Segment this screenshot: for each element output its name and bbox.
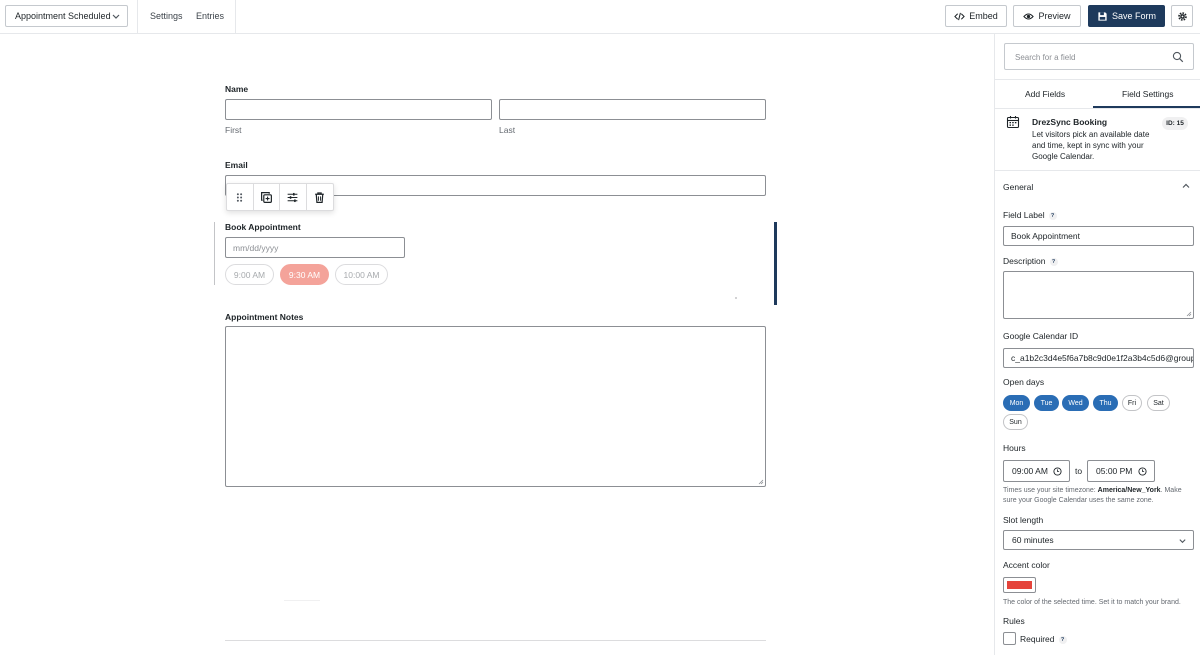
- accent-color-note: The color of the selected time. Set it t…: [1003, 599, 1181, 606]
- accent-color-label: Accent color: [1003, 560, 1050, 570]
- day-toggle-fri[interactable]: Fri: [1122, 395, 1142, 411]
- last-sublabel: Last: [499, 125, 516, 135]
- settings-sliders-icon: [287, 192, 298, 202]
- day-toggle-sun[interactable]: Sun: [1003, 414, 1028, 430]
- first-name-input[interactable]: [225, 99, 492, 120]
- field-selection-indicator: [214, 222, 215, 285]
- tab-add-fields[interactable]: Add Fields: [1025, 89, 1065, 99]
- eye-icon: [1023, 12, 1035, 20]
- resize-grip-icon[interactable]: [758, 479, 764, 485]
- form-name: Appointment Scheduled: [15, 11, 111, 21]
- chevron-down-icon: [112, 14, 120, 19]
- time-slot-900[interactable]: 9:00 AM: [225, 264, 274, 285]
- time-slot-930-selected[interactable]: 9:30 AM: [280, 264, 329, 285]
- calendar-icon: [1006, 116, 1020, 129]
- first-sublabel: First: [225, 125, 242, 135]
- chevron-down-icon: [1179, 539, 1186, 544]
- gear-icon: [1177, 11, 1187, 21]
- delete-button[interactable]: [307, 184, 333, 210]
- calendar-id-input[interactable]: c_a1b2c3d4e5f6a7b8c9d0e1f2a3b4c5d6@group…: [1003, 348, 1194, 368]
- day-toggle-thu[interactable]: Thu: [1093, 395, 1118, 411]
- email-label: Email: [225, 160, 248, 170]
- name-label: Name: [225, 84, 249, 94]
- search-input[interactable]: Search for a field: [1015, 53, 1075, 62]
- resize-grip-icon[interactable]: [1186, 311, 1192, 317]
- hours-label: Hours: [1003, 443, 1026, 453]
- help-icon[interactable]: ?: [1049, 257, 1058, 266]
- tab-field-settings[interactable]: Field Settings: [1122, 89, 1174, 99]
- accent-color-picker[interactable]: [1003, 577, 1036, 593]
- embed-button[interactable]: Embed: [945, 5, 1007, 27]
- help-icon[interactable]: ?: [1048, 211, 1057, 220]
- field-selection-border: [774, 222, 777, 305]
- top-bar: Appointment Scheduled Settings Entries E…: [0, 0, 1200, 34]
- rules-label: Rules: [1003, 616, 1025, 626]
- open-days-label: Open days: [1003, 377, 1045, 387]
- section-general[interactable]: General: [1003, 182, 1033, 192]
- field-type-description: Let visitors pick an available date and …: [1032, 130, 1150, 161]
- floppy-disk-icon: [1098, 11, 1107, 21]
- divider: [995, 170, 1200, 171]
- code-icon: [954, 12, 966, 20]
- start-time-input[interactable]: 09:00 AM: [1003, 460, 1070, 482]
- decorative-dot: [735, 297, 737, 299]
- chevron-up-icon[interactable]: [1181, 181, 1191, 191]
- divider: [995, 79, 1200, 80]
- duplicate-icon: [260, 191, 272, 203]
- book-appointment-label: Book Appointment: [225, 222, 301, 232]
- end-time-input[interactable]: 05:00 PM: [1087, 460, 1155, 482]
- save-form-button[interactable]: Save Form: [1088, 5, 1165, 27]
- nav-entries[interactable]: Entries: [196, 11, 224, 21]
- slot-length-select[interactable]: 60 minutes: [1003, 530, 1194, 550]
- drag-handle-button[interactable]: [227, 184, 254, 210]
- preview-button[interactable]: Preview: [1013, 5, 1081, 27]
- duplicate-button[interactable]: [254, 184, 280, 210]
- divider: [235, 0, 236, 34]
- appointment-notes-label: Appointment Notes: [225, 312, 304, 322]
- description-textarea[interactable]: [1003, 271, 1194, 319]
- nav-settings[interactable]: Settings: [150, 11, 183, 21]
- divider: [995, 108, 1200, 109]
- field-id-badge: ID: 15: [1162, 117, 1188, 130]
- accent-color-swatch: [1007, 581, 1032, 589]
- field-search[interactable]: Search for a field: [1004, 43, 1194, 70]
- settings-button[interactable]: [1171, 5, 1193, 27]
- timezone-value: America/New_York: [1097, 487, 1161, 494]
- hours-to-text: to: [1075, 466, 1083, 476]
- divider: [284, 600, 320, 601]
- description-label: Description?: [1003, 256, 1058, 266]
- time-slot-1000[interactable]: 10:00 AM: [335, 264, 388, 285]
- form-selector[interactable]: Appointment Scheduled: [5, 5, 128, 27]
- required-label: Required?: [1020, 634, 1067, 644]
- day-toggle-tue[interactable]: Tue: [1034, 395, 1059, 411]
- appointment-notes-textarea[interactable]: [225, 326, 766, 487]
- clock-icon: [1138, 467, 1147, 476]
- clock-icon: [1053, 467, 1062, 476]
- slot-length-label: Slot length: [1003, 515, 1044, 525]
- field-options-button[interactable]: [280, 184, 307, 210]
- field-settings-sidebar: Search for a field Add Fields Field Sett…: [994, 34, 1200, 655]
- day-toggle-sat[interactable]: Sat: [1147, 395, 1170, 411]
- drag-handle-icon: [237, 192, 243, 202]
- calendar-id-label: Google Calendar ID: [1003, 331, 1079, 341]
- last-name-input[interactable]: [499, 99, 766, 120]
- date-input[interactable]: mm/dd/yyyy: [225, 237, 405, 258]
- field-label-input[interactable]: Book Appointment: [1003, 226, 1194, 246]
- divider: [225, 640, 766, 641]
- divider: [137, 0, 138, 34]
- day-toggle-wed[interactable]: Wed: [1062, 395, 1089, 411]
- trash-icon: [315, 191, 325, 203]
- search-icon: [1172, 51, 1184, 63]
- timezone-note: Times use your site timezone: America/Ne…: [1003, 487, 1182, 504]
- help-icon[interactable]: ?: [1058, 635, 1067, 644]
- field-label-label: Field Label?: [1003, 210, 1057, 220]
- field-toolbar: [226, 183, 334, 211]
- field-type-name: DrezSync Booking: [1032, 117, 1108, 127]
- day-toggle-mon[interactable]: Mon: [1003, 395, 1030, 411]
- required-checkbox[interactable]: [1003, 632, 1016, 645]
